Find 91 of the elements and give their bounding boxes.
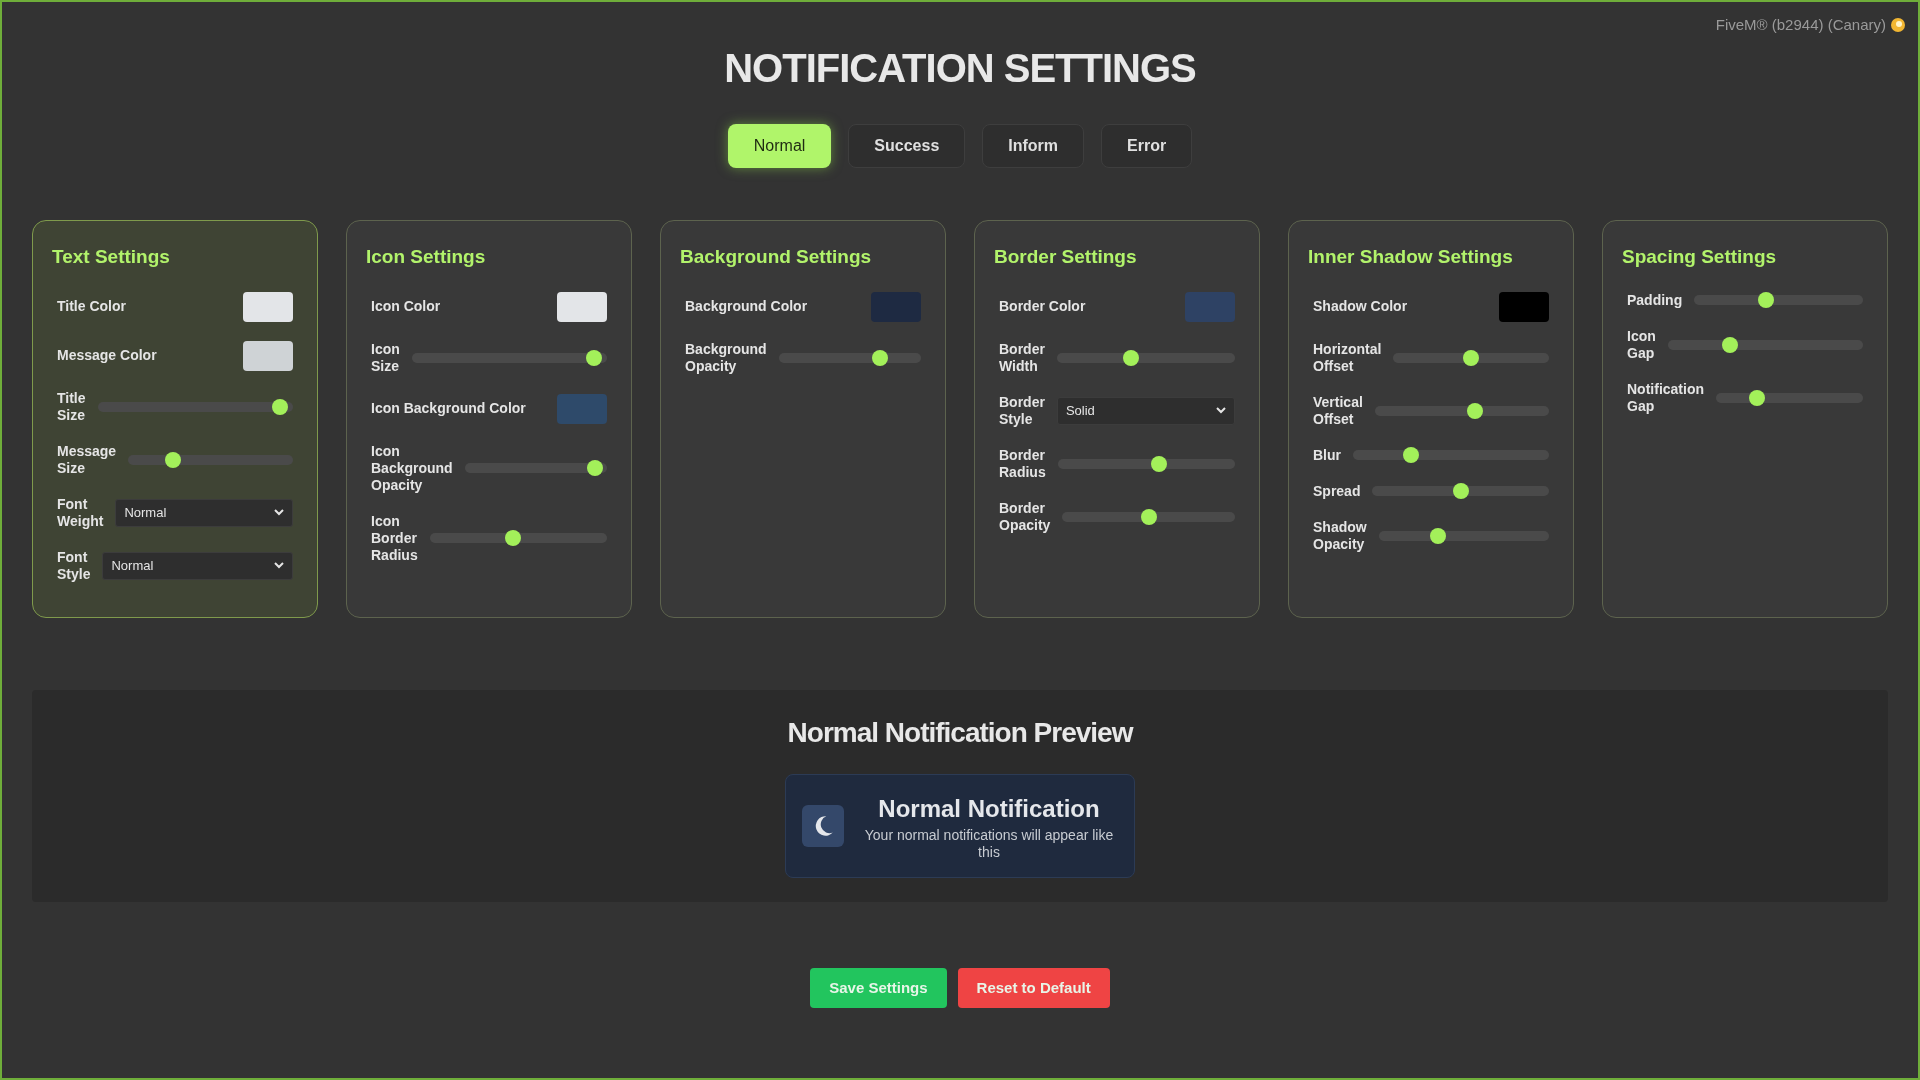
color-swatch[interactable] — [1185, 291, 1235, 322]
slider-thumb[interactable] — [1140, 508, 1157, 525]
slider-track[interactable] — [1372, 486, 1549, 496]
setting-label: Background Opacity — [685, 340, 767, 375]
slider-track[interactable] — [1374, 405, 1549, 416]
slider-thumb[interactable] — [1721, 336, 1738, 353]
slider-track[interactable] — [1393, 352, 1549, 363]
setting-label: Icon Background Opacity — [371, 442, 453, 494]
setting-label: Horizontal Offset — [1313, 340, 1382, 375]
setting-label: Icon Gap — [1627, 327, 1656, 362]
tab[interactable]: Normal — [727, 124, 832, 168]
slider-thumb[interactable] — [587, 460, 604, 476]
app-logo-icon — [1890, 17, 1906, 34]
setting-label: Border Radius — [999, 446, 1046, 481]
slider-thumb[interactable] — [1403, 447, 1420, 463]
dropdown[interactable]: Normal — [102, 551, 293, 580]
setting-label: Blur — [1313, 446, 1341, 464]
slider-track[interactable] — [778, 352, 921, 363]
setting-label: Icon Border Radius — [371, 512, 418, 564]
setting-label: Border Color — [999, 297, 1086, 316]
color-swatch[interactable] — [1499, 291, 1549, 322]
slider-track[interactable] — [97, 401, 293, 412]
app-version-label: FiveM® (b2944) (Canary) — [1715, 15, 1886, 35]
setting-label: Title Size — [57, 389, 86, 424]
slider-track[interactable] — [1716, 392, 1863, 403]
setting-label: Padding — [1627, 291, 1683, 309]
tab[interactable]: Error — [1101, 124, 1193, 168]
setting-label: Vertical Offset — [1313, 393, 1363, 428]
tab[interactable]: Inform — [982, 124, 1085, 168]
setting-label: Icon Background Color — [371, 399, 526, 418]
slider-thumb[interactable] — [585, 349, 602, 366]
setting-label: Border Width — [999, 340, 1045, 375]
slider-thumb[interactable] — [1429, 527, 1446, 544]
slider-thumb[interactable] — [505, 530, 522, 546]
page-title: NOTIFICATION SETTINGS — [724, 45, 1196, 92]
setting-label: Font Style — [57, 548, 91, 583]
slider-track[interactable] — [1057, 458, 1235, 469]
slider-track[interactable] — [1353, 450, 1549, 460]
slider-thumb[interactable] — [1151, 455, 1168, 472]
chevron-down-icon — [1216, 407, 1226, 414]
chevron-down-icon — [274, 509, 284, 516]
color-swatch[interactable] — [871, 291, 921, 322]
slider-track[interactable] — [1378, 530, 1549, 541]
card-title: Icon Settings — [366, 245, 487, 269]
setting-label: Border Opacity — [999, 499, 1051, 534]
setting-label: Message Color — [57, 346, 157, 365]
moon-icon — [802, 805, 844, 847]
slider-thumb[interactable] — [1123, 349, 1140, 366]
notification-message: Your normal notifications will appear like this — [864, 827, 1114, 861]
dropdown[interactable]: Solid — [1056, 396, 1235, 425]
slider-thumb[interactable] — [271, 398, 288, 415]
card-title: Inner Shadow Settings — [1308, 245, 1514, 269]
setting-label: Border Style — [999, 393, 1045, 428]
setting-label: Spread — [1313, 482, 1361, 500]
chevron-down-icon — [274, 562, 284, 569]
slider-track[interactable] — [411, 352, 607, 363]
slider-thumb[interactable] — [165, 451, 182, 468]
notification-title: Normal Notification — [878, 794, 1100, 824]
card-title: Background Settings — [680, 245, 873, 269]
slider-track[interactable] — [1694, 295, 1863, 305]
setting-label: Icon Size — [371, 340, 400, 375]
slider-thumb[interactable] — [1748, 389, 1765, 406]
slider-track[interactable] — [429, 533, 607, 543]
card-title: Text Settings — [52, 245, 171, 269]
setting-label: Shadow Color — [1313, 297, 1408, 316]
slider-thumb[interactable] — [872, 349, 889, 366]
slider-track[interactable] — [1056, 352, 1235, 363]
color-swatch[interactable] — [243, 340, 293, 371]
color-swatch[interactable] — [243, 291, 293, 322]
card-title: Border Settings — [994, 245, 1138, 269]
card-title: Spacing Settings — [1622, 245, 1778, 269]
slider-thumb[interactable] — [1452, 483, 1469, 499]
slider-track[interactable] — [464, 463, 607, 473]
setting-label: Notification Gap — [1627, 380, 1704, 415]
slider-thumb[interactable] — [1466, 402, 1483, 419]
tab[interactable]: Success — [848, 124, 966, 168]
slider-track[interactable] — [128, 454, 293, 465]
setting-label: Background Color — [685, 297, 808, 316]
setting-label: Font Weight — [57, 495, 104, 530]
setting-label: Shadow Opacity — [1313, 518, 1367, 553]
slider-track[interactable] — [1062, 511, 1235, 522]
color-swatch[interactable] — [557, 291, 607, 322]
setting-label: Message Size — [57, 442, 117, 477]
slider-thumb[interactable] — [1463, 349, 1480, 366]
preview-heading: Normal Notification Preview — [787, 716, 1133, 750]
slider-thumb[interactable] — [1758, 292, 1775, 308]
setting-label: Icon Color — [371, 297, 441, 316]
slider-track[interactable] — [1667, 339, 1863, 350]
dropdown[interactable]: Normal — [115, 498, 293, 527]
setting-label: Title Color — [57, 297, 126, 316]
color-swatch[interactable] — [557, 393, 607, 424]
